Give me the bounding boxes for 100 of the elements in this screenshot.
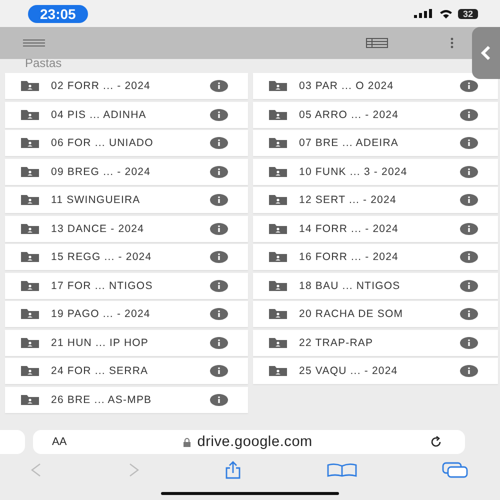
folder-card[interactable]: 14 FORR ... - 2024 (253, 216, 498, 242)
info-icon[interactable] (210, 336, 228, 348)
folder-card[interactable]: 07 BRE ... ADEIRA (253, 130, 498, 156)
folder-name: 04 PIS ... ADINHA (51, 108, 148, 120)
shared-folder-icon (21, 366, 39, 376)
folder-card[interactable]: 11 SWINGUEIRA (5, 187, 248, 213)
shared-folder-icon (21, 81, 39, 91)
bookmarks-icon[interactable] (326, 463, 356, 477)
more-icon[interactable] (450, 37, 454, 49)
shared-folder-icon (269, 309, 287, 319)
tabs-icon[interactable] (442, 462, 468, 478)
folder-card[interactable]: 13 DANCE - 2024 (5, 216, 248, 242)
shared-folder-icon (21, 338, 39, 348)
folder-card[interactable]: 22 TRAP-RAP (253, 330, 498, 356)
shared-folder-icon (21, 394, 39, 404)
folder-card[interactable]: 10 FUNK ... 3 - 2024 (253, 158, 498, 184)
info-icon[interactable] (460, 280, 478, 292)
folder-card[interactable]: 25 VAQU ... - 2024 (253, 358, 498, 384)
shared-folder-icon (21, 224, 39, 234)
info-icon[interactable] (210, 137, 228, 149)
info-icon[interactable] (210, 251, 228, 263)
info-icon[interactable] (460, 365, 478, 377)
folder-card[interactable]: 17 FOR ... NTIGOS (5, 272, 248, 298)
reload-icon[interactable] (428, 435, 443, 449)
info-icon[interactable] (460, 194, 478, 206)
info-icon[interactable] (210, 80, 228, 92)
folder-card[interactable]: 15 REGG ... - 2024 (5, 244, 248, 270)
folder-card[interactable]: 21 HUN ... IP HOP (5, 330, 248, 356)
section-title: Pastas (24, 59, 63, 71)
folder-name: 03 PAR ... O 2024 (299, 80, 395, 92)
info-icon[interactable] (460, 137, 478, 149)
folder-card[interactable]: 04 PIS ... ADINHA (5, 102, 248, 128)
signal-icon (414, 9, 434, 18)
folder-name: 02 FORR ... - 2024 (51, 80, 152, 92)
info-icon[interactable] (460, 166, 478, 178)
info-icon[interactable] (210, 394, 228, 406)
info-icon[interactable] (210, 166, 228, 178)
shared-folder-icon (269, 195, 287, 205)
info-icon[interactable] (210, 222, 228, 234)
info-icon[interactable] (210, 365, 228, 377)
text-size-button[interactable]: AA (52, 436, 67, 448)
info-icon[interactable] (210, 280, 228, 292)
folder-name: 12 SERT ... - 2024 (299, 194, 398, 206)
folder-card[interactable]: 12 SERT ... - 2024 (253, 187, 498, 213)
folder-name: 06 FOR ... UNIADO (51, 137, 154, 149)
list-view-icon[interactable] (366, 38, 388, 48)
folder-name: 26 BRE ... AS-MPB (51, 394, 153, 406)
status-time: 23:05 (28, 4, 88, 22)
folder-name: 07 BRE ... ADEIRA (299, 137, 400, 149)
folder-name: 14 FORR ... - 2024 (299, 222, 400, 234)
folder-name: 05 ARRO ... - 2024 (299, 108, 400, 120)
info-icon[interactable] (460, 251, 478, 263)
url-text: drive.google.com (197, 434, 312, 450)
info-icon[interactable] (460, 336, 478, 348)
info-icon[interactable] (210, 308, 228, 320)
folder-card[interactable]: 06 FOR ... UNIADO (5, 130, 248, 156)
folder-card[interactable]: 02 FORR ... - 2024 (5, 73, 248, 99)
info-icon[interactable] (210, 108, 228, 120)
folder-card[interactable]: 20 RACHA DE SOM (253, 301, 498, 327)
folder-name: 13 DANCE - 2024 (51, 222, 146, 234)
info-icon[interactable] (460, 108, 478, 120)
lock-icon (183, 438, 192, 446)
folder-card[interactable]: 18 BAU ... NTIGOS (253, 272, 498, 298)
shared-folder-icon (269, 224, 287, 234)
side-panel-tab[interactable] (472, 27, 500, 79)
folder-name: 22 TRAP-RAP (299, 336, 374, 348)
info-icon[interactable] (460, 308, 478, 320)
folder-card[interactable]: 24 FOR ... SERRA (5, 358, 248, 384)
folder-name: 25 VAQU ... - 2024 (299, 365, 399, 377)
shared-folder-icon (269, 338, 287, 348)
wifi-icon (438, 8, 453, 18)
folder-name: 15 REGG ... - 2024 (51, 251, 153, 263)
info-icon[interactable] (460, 222, 478, 234)
folder-name: 16 FORR ... - 2024 (299, 251, 400, 263)
chevron-left-icon (481, 45, 491, 61)
folder-card[interactable]: 03 PAR ... O 2024 (253, 73, 498, 99)
folder-card[interactable]: 16 FORR ... - 2024 (253, 244, 498, 270)
shared-folder-icon (21, 195, 39, 205)
shared-folder-icon (269, 81, 287, 91)
info-icon[interactable] (210, 194, 228, 206)
share-icon[interactable] (225, 461, 241, 479)
menu-icon[interactable] (23, 39, 45, 47)
folder-card[interactable]: 05 ARRO ... - 2024 (253, 102, 498, 128)
folder-name: 19 PAGO ... - 2024 (51, 308, 152, 320)
shared-folder-icon (21, 138, 39, 148)
folder-card[interactable]: 26 BRE ... AS-MPB (5, 386, 248, 412)
folder-card[interactable]: 19 PAGO ... - 2024 (5, 301, 248, 327)
address-bar[interactable]: AA drive.google.com (33, 430, 465, 454)
folder-name: 18 BAU ... NTIGOS (299, 280, 402, 292)
folder-name: 10 FUNK ... 3 - 2024 (299, 166, 408, 178)
shared-folder-icon (269, 138, 287, 148)
shared-folder-icon (21, 280, 39, 290)
shared-folder-icon (269, 280, 287, 290)
shared-folder-icon (21, 166, 39, 176)
info-icon[interactable] (460, 80, 478, 92)
folder-name: 21 HUN ... IP HOP (51, 336, 150, 348)
shared-folder-icon (269, 166, 287, 176)
folder-name: 17 FOR ... NTIGOS (51, 280, 154, 292)
shared-folder-icon (269, 366, 287, 376)
folder-card[interactable]: 09 BREG ... - 2024 (5, 158, 248, 184)
